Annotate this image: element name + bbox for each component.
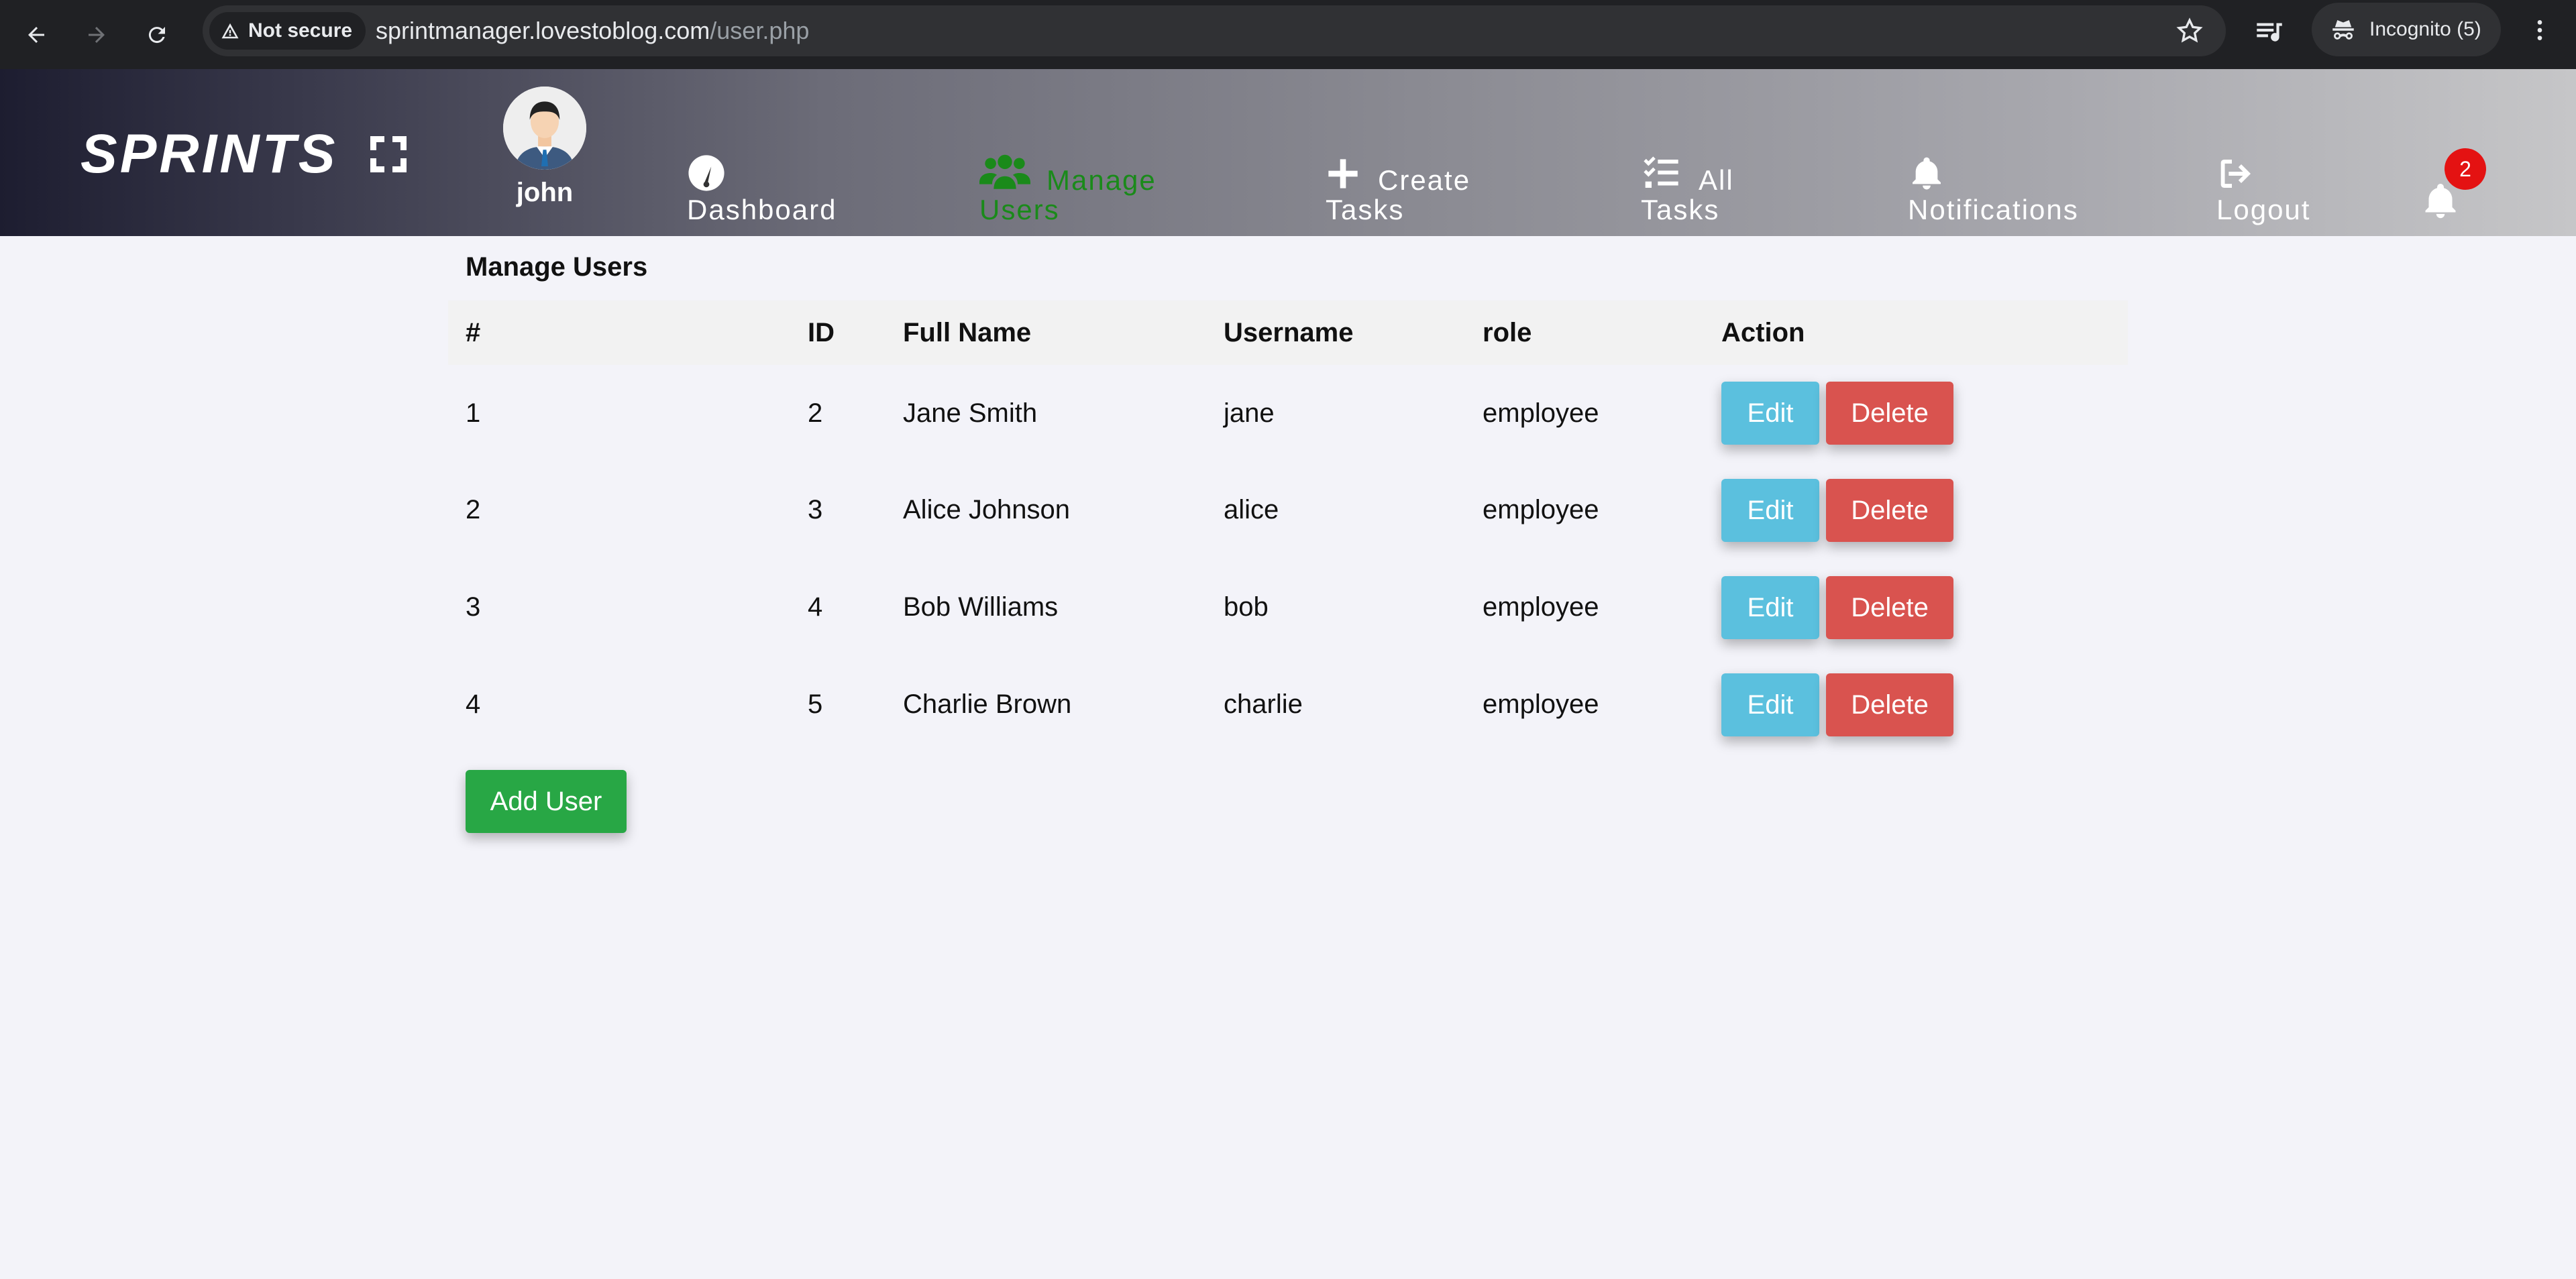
delete-button[interactable]: Delete xyxy=(1826,673,1953,736)
nav-manage-users-label-2: Users xyxy=(979,194,1060,225)
warning-icon xyxy=(221,23,239,39)
table-row: 3 4 Bob Williams bob employee Edit Delete xyxy=(448,559,2128,656)
fullscreen-icon[interactable] xyxy=(364,130,413,178)
nav-all-tasks-label-1: All xyxy=(1699,164,1734,196)
notification-count-badge: 2 xyxy=(2445,148,2486,190)
edit-button[interactable]: Edit xyxy=(1721,673,1819,736)
plus-icon xyxy=(1328,159,1358,188)
cell-number: 2 xyxy=(466,495,481,524)
cell-id: 3 xyxy=(808,495,823,524)
cell-full-name: Alice Johnson xyxy=(903,495,1071,524)
delete-button[interactable]: Delete xyxy=(1826,575,1953,639)
nav-dashboard-label: Dashboard xyxy=(687,194,837,225)
task-list-icon xyxy=(1644,156,1678,188)
nav-notifications-label: Notifications xyxy=(1908,194,2079,225)
nav-manage-users-label-1: Manage xyxy=(1046,164,1157,196)
nav-manage-users[interactable]: Manage Users xyxy=(979,154,1194,241)
nav-create-tasks-label-2: Tasks xyxy=(1326,194,1405,225)
nav-logout[interactable]: Logout xyxy=(2216,154,2351,241)
cell-role: employee xyxy=(1483,592,1599,622)
cell-full-name: Jane Smith xyxy=(903,398,1038,428)
cell-id: 2 xyxy=(808,398,823,428)
dashboard-gauge-icon xyxy=(688,155,724,191)
table-row: 1 2 Jane Smith jane employee Edit Delete xyxy=(448,365,2128,461)
arrow-right-icon xyxy=(89,27,105,43)
browser-chrome: Not secure sprintmanager.lovestoblog.com… xyxy=(0,0,2576,69)
logout-icon xyxy=(2220,160,2251,188)
url-path: /user.php xyxy=(710,17,810,44)
arrow-left-icon xyxy=(28,27,44,43)
security-label: Not secure xyxy=(248,19,353,42)
column-header-username: Username xyxy=(1224,317,1354,347)
cell-username: charlie xyxy=(1224,689,1303,719)
cell-id: 5 xyxy=(808,689,823,719)
url-text[interactable]: sprintmanager.lovestoblog.com/user.php xyxy=(376,5,809,56)
nav-notifications[interactable]: Notifications xyxy=(1908,154,2129,241)
user-avatar-icon xyxy=(503,87,586,170)
nav-all-tasks[interactable]: All Tasks xyxy=(1641,154,1775,241)
cell-role: employee xyxy=(1483,398,1599,428)
edit-button[interactable]: Edit xyxy=(1721,478,1819,542)
cell-full-name: Bob Williams xyxy=(903,592,1059,622)
nav-create-tasks-label-1: Create xyxy=(1378,164,1471,196)
edit-button[interactable]: Edit xyxy=(1721,382,1819,445)
cell-username: bob xyxy=(1224,592,1269,622)
nav-all-tasks-label-2: Tasks xyxy=(1641,194,1720,225)
reload-icon xyxy=(148,27,165,44)
brand-text: SPRINTS xyxy=(80,123,338,184)
incognito-icon xyxy=(2332,20,2354,40)
cell-full-name: Charlie Brown xyxy=(903,689,1072,719)
reload-button[interactable] xyxy=(137,15,177,55)
table-row: 2 3 Alice Johnson alice employee Edit Del… xyxy=(448,461,2128,559)
incognito-label: Incognito (5) xyxy=(2369,18,2481,40)
delete-button[interactable]: Delete xyxy=(1826,478,1953,542)
bookmark-star-icon[interactable] xyxy=(2176,17,2203,44)
bell-icon xyxy=(1913,157,1941,190)
cell-username: jane xyxy=(1224,398,1275,428)
cell-actions: Edit Delete xyxy=(1704,656,2128,753)
nav-dashboard[interactable]: Dashboard xyxy=(687,154,861,241)
column-header-id: ID xyxy=(808,317,835,347)
column-header-role: role xyxy=(1483,317,1532,347)
add-user-button[interactable]: Add User xyxy=(466,770,627,833)
users-icon xyxy=(979,154,1030,189)
menu-kebab-icon[interactable] xyxy=(2526,13,2553,47)
incognito-chip[interactable]: Incognito (5) xyxy=(2312,3,2501,56)
cell-role: employee xyxy=(1483,495,1599,524)
nav-create-tasks[interactable]: Create Tasks xyxy=(1326,154,1500,241)
url-host: sprintmanager.lovestoblog.com xyxy=(376,17,710,44)
cell-actions: Edit Delete xyxy=(1704,461,2128,559)
delete-button[interactable]: Delete xyxy=(1826,382,1953,445)
column-header-full-name: Full Name xyxy=(903,317,1032,347)
cell-role: employee xyxy=(1483,689,1599,719)
security-chip[interactable]: Not secure xyxy=(209,12,366,50)
users-table: # ID Full Name Username role Action 1 2 … xyxy=(448,300,2128,753)
forward-button[interactable] xyxy=(76,15,117,55)
page-title: Manage Users xyxy=(466,252,648,282)
table-row: 4 5 Charlie Brown charlie employee Edit D… xyxy=(448,656,2128,753)
brand-logo[interactable]: SPRINTS xyxy=(80,123,413,186)
address-bar[interactable]: Not secure sprintmanager.lovestoblog.com… xyxy=(203,5,2226,56)
column-header-number: # xyxy=(466,317,481,347)
cell-actions: Edit Delete xyxy=(1704,559,2128,656)
cell-number: 1 xyxy=(466,398,481,428)
cell-username: alice xyxy=(1224,495,1279,524)
column-header-action: Action xyxy=(1721,317,1805,347)
cell-id: 4 xyxy=(808,592,823,622)
app-header: SPRINTS john Dashboard Manage Users Crea… xyxy=(0,69,2576,236)
reading-list-icon[interactable] xyxy=(2253,15,2286,48)
nav-logout-label: Logout xyxy=(2216,194,2311,225)
cell-number: 3 xyxy=(466,592,481,622)
edit-button[interactable]: Edit xyxy=(1721,575,1819,639)
cell-actions: Edit Delete xyxy=(1704,365,2128,461)
user-name: john xyxy=(516,178,574,207)
cell-number: 4 xyxy=(466,689,481,719)
table-header-row: # ID Full Name Username role Action xyxy=(448,300,2128,365)
avatar[interactable] xyxy=(503,87,586,170)
back-button[interactable] xyxy=(16,15,56,55)
